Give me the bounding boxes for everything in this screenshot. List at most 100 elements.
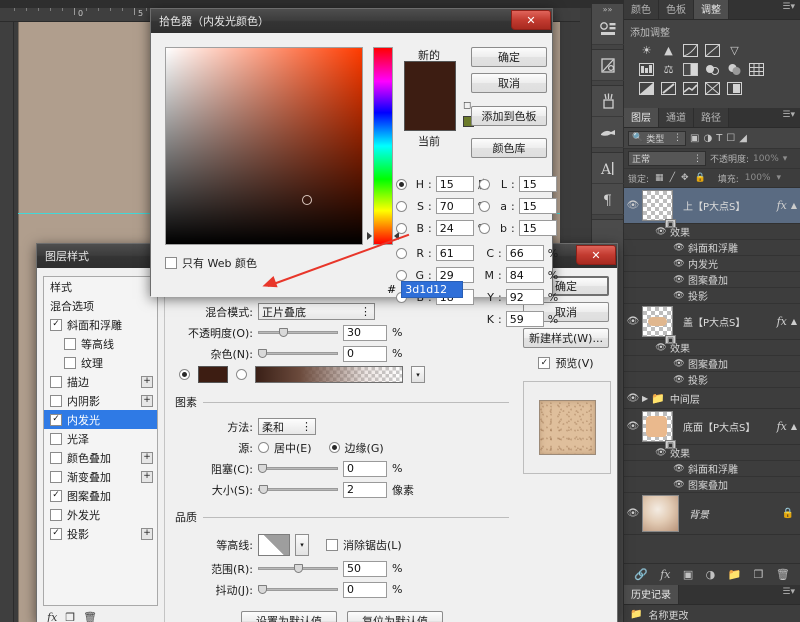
checkbox[interactable] — [50, 452, 62, 464]
clone-source-icon[interactable] — [592, 117, 625, 148]
list-item[interactable]: 👁图案叠加 — [624, 272, 800, 288]
list-item[interactable]: 👁投影 — [624, 372, 800, 388]
opacity-slider[interactable] — [258, 327, 338, 339]
list-item[interactable]: 📁 名称更改 — [624, 605, 800, 622]
style-item-bevel-emboss[interactable]: ✓斜面和浮雕 — [44, 315, 157, 334]
style-item-contour[interactable]: 等高线 — [44, 334, 157, 353]
checkbox[interactable] — [64, 338, 76, 350]
blend-mode-dropdown[interactable]: 正常 ⋮ — [628, 151, 706, 166]
eye-icon[interactable]: 👁 — [652, 448, 670, 458]
tab-layers[interactable]: 图层 — [624, 108, 659, 127]
new-layer-icon[interactable]: ❐ — [754, 568, 764, 581]
chevron-up-icon[interactable]: ▲ — [791, 422, 800, 431]
list-item[interactable]: 👁投影 — [624, 288, 800, 304]
black-white-icon[interactable] — [682, 62, 699, 77]
lab-l-radio[interactable] — [479, 179, 490, 190]
list-item[interactable]: 👁斜面和浮雕 — [624, 461, 800, 477]
close-icon[interactable]: ✕ — [511, 10, 551, 30]
add-style-icon[interactable]: + — [141, 452, 153, 464]
brightness-field[interactable]: 24 — [436, 220, 474, 236]
eye-icon[interactable]: 👁 — [670, 375, 688, 385]
layer-name[interactable]: 背景 — [679, 506, 782, 521]
choke-slider[interactable] — [258, 463, 338, 475]
add-style-icon[interactable]: + — [141, 376, 153, 388]
mini-bridge-icon[interactable] — [592, 14, 625, 45]
fx-icon[interactable]: fx — [777, 199, 791, 212]
eye-icon[interactable]: 👁 — [670, 243, 688, 253]
checkbox[interactable]: ✓ — [50, 490, 62, 502]
table-row[interactable]: 👁 背景 🔒 — [624, 493, 800, 535]
filter-adjustment-icon[interactable]: ◑ — [703, 133, 712, 144]
checkbox[interactable] — [50, 471, 62, 483]
opacity-field[interactable]: 30 — [343, 325, 387, 341]
table-row[interactable]: 👁 ▣ 上【P大点S】 fx ▲ — [624, 188, 800, 224]
layer-group-name[interactable]: 中间层 — [670, 391, 700, 406]
web-only-checkbox[interactable] — [165, 257, 177, 269]
new-style-button[interactable]: 新建样式(W)... — [523, 328, 609, 348]
ok-button[interactable]: 确定 — [471, 47, 547, 67]
tab-adjustments[interactable]: 调整 — [694, 0, 729, 19]
filter-type-icon[interactable]: T — [716, 133, 722, 144]
posterize-icon[interactable] — [660, 81, 677, 96]
eye-icon[interactable]: 👁 — [624, 200, 642, 211]
gradient-radio[interactable] — [236, 369, 247, 380]
source-edge-radio[interactable] — [329, 442, 340, 453]
opacity-value[interactable]: 100% — [753, 154, 779, 164]
add-style-icon[interactable]: + — [141, 528, 153, 540]
choke-field[interactable]: 0 — [343, 461, 387, 477]
gradient-map-icon[interactable] — [704, 81, 721, 96]
magenta-field[interactable]: 84 — [506, 267, 544, 283]
fx-icon[interactable]: fx — [777, 420, 791, 433]
red-radio[interactable] — [396, 248, 407, 259]
layer-thumbnail[interactable]: ▣ — [642, 411, 673, 442]
style-item-color-overlay[interactable]: 颜色叠加+ — [44, 448, 157, 467]
lab-a-radio[interactable] — [479, 201, 490, 212]
eye-icon[interactable]: 👁 — [652, 343, 670, 353]
color-picker-title-bar[interactable]: 拾色器（内发光颜色） ✕ — [151, 9, 552, 33]
fx-icon[interactable]: fx — [777, 315, 791, 328]
eye-icon[interactable]: 👁 — [624, 508, 642, 519]
link-icon[interactable]: 🔗 — [634, 568, 648, 581]
lab-a-field[interactable]: 15 — [519, 198, 557, 214]
list-item[interactable]: 👁效果 — [624, 445, 800, 461]
eye-icon[interactable]: 👁 — [652, 227, 670, 237]
character-panel-icon[interactable]: A — [592, 153, 625, 184]
tab-swatches[interactable]: 色板 — [659, 0, 694, 19]
lab-l-field[interactable]: 15 — [519, 176, 557, 192]
lab-b-radio[interactable] — [479, 223, 490, 234]
delete-icon[interactable]: 🗑 — [776, 568, 790, 581]
fx-icon[interactable]: fx — [47, 611, 57, 622]
fill-stepper-icon[interactable]: ▾ — [777, 173, 782, 183]
filter-shape-icon[interactable]: ☐ — [726, 133, 735, 144]
kuler-icon[interactable] — [592, 50, 625, 81]
saturation-brightness-field[interactable] — [165, 47, 363, 245]
history-panel-menu-icon[interactable]: ☰▾ — [782, 585, 800, 604]
list-item[interactable]: 👁图案叠加 — [624, 477, 800, 493]
filter-smart-icon[interactable]: ◢ — [739, 133, 747, 144]
style-list[interactable]: 样式 混合选项 ✓斜面和浮雕 等高线 纹理 描边+ 内阴影+ ✓内发光 光泽 颜… — [43, 276, 158, 606]
eye-icon[interactable]: 👁 — [670, 480, 688, 490]
fx-icon[interactable]: fx — [660, 568, 670, 581]
adjustment-icon[interactable]: ◑ — [706, 568, 716, 581]
color-library-button[interactable]: 颜色库 — [471, 138, 547, 158]
add-style-icon[interactable]: + — [141, 395, 153, 407]
contour-preset-swatch[interactable] — [258, 534, 290, 556]
checkbox[interactable] — [50, 395, 62, 407]
technique-dropdown[interactable]: 柔和 ⋮ — [258, 418, 316, 435]
set-default-button[interactable]: 设置为默认值 — [241, 611, 337, 622]
tab-channels[interactable]: 通道 — [659, 108, 694, 127]
channel-mixer-icon[interactable] — [726, 62, 743, 77]
saturation-radio[interactable] — [396, 201, 407, 212]
photo-filter-icon[interactable] — [704, 62, 721, 77]
vibrance-icon[interactable]: ▽ — [726, 43, 743, 58]
filter-pixel-icon[interactable]: ▣ — [690, 133, 699, 144]
layers-panel-menu-icon[interactable]: ☰▾ — [782, 108, 800, 127]
jitter-slider[interactable] — [258, 584, 338, 596]
chevron-up-icon[interactable]: ▲ — [791, 317, 800, 326]
style-item-pattern-overlay[interactable]: ✓图案叠加 — [44, 486, 157, 505]
lock-all-icon[interactable]: 🔒 — [695, 173, 706, 183]
exposure-icon[interactable] — [704, 43, 721, 58]
curves-icon[interactable] — [682, 43, 699, 58]
style-item-blending-options[interactable]: 混合选项 — [44, 296, 157, 315]
add-style-icon[interactable]: + — [141, 471, 153, 483]
